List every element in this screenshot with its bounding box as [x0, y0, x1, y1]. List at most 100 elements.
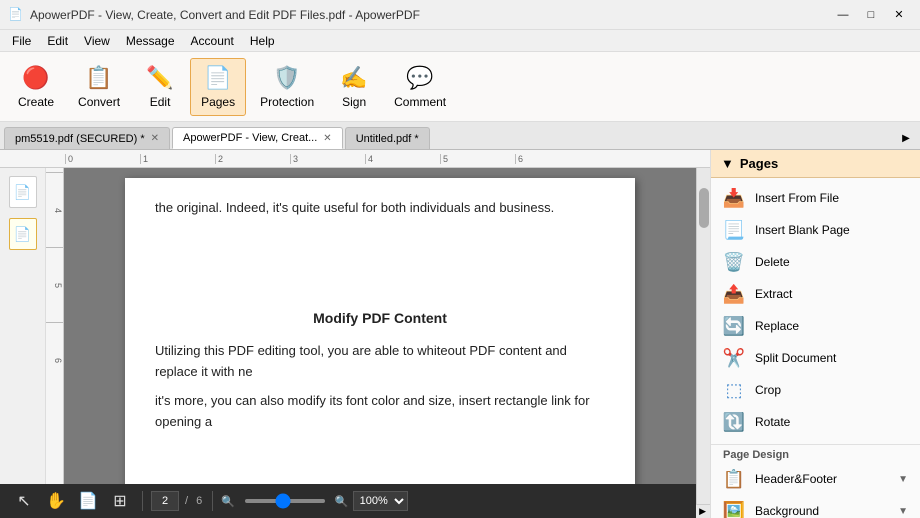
header-footer-label: Header&Footer — [755, 472, 837, 486]
menu-edit[interactable]: Edit — [39, 30, 76, 51]
panel-item-delete[interactable]: 🗑️ Delete — [711, 246, 920, 278]
toolbar-create[interactable]: 🔴 Create — [8, 58, 64, 116]
zoom-out-icon[interactable]: 🔍 — [221, 495, 235, 508]
panel-item-extract[interactable]: 📤 Extract — [711, 278, 920, 310]
toolbar-comment[interactable]: 💬 Comment — [384, 58, 456, 116]
maximize-button[interactable]: □ — [858, 5, 884, 25]
panel-toggle-icon: ▼ — [721, 156, 734, 171]
delete-icon: 🗑️ — [723, 251, 745, 273]
panel-item-insert-blank[interactable]: 📃 Insert Blank Page — [711, 214, 920, 246]
pdf-heading: Modify PDF Content — [155, 307, 605, 329]
window-title: ApowerPDF - View, Create, Convert and Ed… — [30, 8, 830, 22]
scroll-right-btn[interactable]: ▶ — [699, 506, 706, 517]
menu-view[interactable]: View — [76, 30, 118, 51]
tab-2[interactable]: Untitled.pdf * — [345, 127, 430, 149]
tabs-bar: pm5519.pdf (SECURED) * ✕ ApowerPDF - Vie… — [0, 122, 920, 150]
convert-label: Convert — [78, 95, 120, 109]
tab-0[interactable]: pm5519.pdf (SECURED) * ✕ — [4, 127, 170, 149]
main-toolbar: 🔴 Create 📋 Convert ✏️ Edit 📄 Pages 🛡️ Pr… — [0, 52, 920, 122]
toolbar-sign[interactable]: ✍️ Sign — [328, 58, 380, 116]
rotate-label: Rotate — [755, 415, 790, 429]
total-pages: 6 — [196, 495, 202, 507]
page-separator: / — [185, 495, 188, 507]
menubar: File Edit View Message Account Help — [0, 30, 920, 52]
ruler-horizontal: 0 1 2 3 4 5 6 — [0, 150, 710, 168]
panel-item-header-footer[interactable]: 📋 Header&Footer ▼ — [711, 463, 920, 495]
menu-file[interactable]: File — [4, 30, 39, 51]
edit-icon: ✏️ — [146, 65, 173, 91]
extract-label: Extract — [755, 287, 792, 301]
thumb-page-1[interactable]: 📄 — [9, 176, 37, 208]
panel-item-background[interactable]: 🖼️ Background ▼ — [711, 495, 920, 518]
thumb-page-2[interactable]: 📄 — [9, 218, 37, 250]
doc-content-row: 📄 📄 4 5 6 the original. Indeed, it's qui… — [0, 168, 710, 504]
tab-0-label: pm5519.pdf (SECURED) * — [15, 133, 145, 145]
background-icon: 🖼️ — [723, 500, 745, 518]
panel-item-crop[interactable]: ⬚ Crop — [711, 374, 920, 406]
hand-tool-btn[interactable]: ✋ — [42, 488, 70, 514]
split-label: Split Document — [755, 351, 836, 365]
minimize-button[interactable]: — — [830, 5, 856, 25]
close-button[interactable]: ✕ — [886, 5, 912, 25]
scrollbar-thumb[interactable] — [699, 188, 709, 228]
pdf-para3: it's more, you can also modify its font … — [155, 391, 605, 433]
menu-message[interactable]: Message — [118, 30, 183, 51]
panel-item-split[interactable]: ✂️ Split Document — [711, 342, 920, 374]
multi-page-btn[interactable]: ⊞ — [106, 488, 134, 514]
comment-icon: 💬 — [406, 65, 433, 91]
tab-1-close[interactable]: ✕ — [323, 133, 331, 144]
replace-label: Replace — [755, 319, 799, 333]
app-icon: 📄 — [8, 7, 24, 23]
crop-label: Crop — [755, 383, 781, 397]
pdf-para1: the original. Indeed, it's quite useful … — [155, 198, 605, 219]
thumbnail-sidebar: 📄 📄 — [0, 168, 46, 504]
single-page-btn[interactable]: 📄 — [74, 488, 102, 514]
comment-label: Comment — [394, 95, 446, 109]
panel-items: 📥 Insert From File 📃 Insert Blank Page 🗑… — [711, 178, 920, 442]
split-icon: ✂️ — [723, 347, 745, 369]
panel-item-insert-file[interactable]: 📥 Insert From File — [711, 182, 920, 214]
cursor-tool-btn[interactable]: ↖ — [10, 488, 38, 514]
main-area: 0 1 2 3 4 5 6 📄 📄 4 5 6 — [0, 150, 920, 518]
pdf-page: the original. Indeed, it's quite useful … — [125, 178, 635, 494]
panel-item-rotate[interactable]: 🔃 Rotate — [711, 406, 920, 438]
tab-2-label: Untitled.pdf * — [356, 133, 419, 145]
insert-file-icon: 📥 — [723, 187, 745, 209]
tab-1[interactable]: ApowerPDF - View, Creat... ✕ — [172, 127, 343, 149]
bottom-toolbar: ↖ ✋ 📄 ⊞ / 6 🔍 🔍 100% 75% 50% 125% 150% — [0, 484, 696, 518]
toolbar-edit[interactable]: ✏️ Edit — [134, 58, 186, 116]
tab-0-close[interactable]: ✕ — [151, 133, 159, 144]
page-design-section: Page Design — [711, 444, 920, 463]
zoom-slider[interactable] — [245, 499, 325, 503]
titlebar: 📄 ApowerPDF - View, Create, Convert and … — [0, 0, 920, 30]
insert-blank-label: Insert Blank Page — [755, 223, 850, 237]
panel-title: Pages — [740, 156, 778, 171]
page-view[interactable]: the original. Indeed, it's quite useful … — [64, 168, 696, 504]
pdf-para2: Utilizing this PDF editing tool, you are… — [155, 341, 605, 383]
header-footer-icon: 📋 — [723, 468, 745, 490]
rotate-icon: 🔃 — [723, 411, 745, 433]
scrollbar-vertical[interactable] — [696, 168, 710, 504]
sign-icon: ✍️ — [340, 65, 367, 91]
menu-help[interactable]: Help — [242, 30, 283, 51]
delete-label: Delete — [755, 255, 790, 269]
create-label: Create — [18, 95, 54, 109]
menu-account[interactable]: Account — [183, 30, 242, 51]
right-panel: ▼ Pages 📥 Insert From File 📃 Insert Blan… — [710, 150, 920, 518]
protection-label: Protection — [260, 95, 314, 109]
page-number-input[interactable] — [151, 491, 179, 511]
extract-icon: 📤 — [723, 283, 745, 305]
protection-icon: 🛡️ — [273, 65, 300, 91]
toolbar-convert[interactable]: 📋 Convert — [68, 58, 130, 116]
window-controls: — □ ✕ — [830, 5, 912, 25]
tab-1-label: ApowerPDF - View, Creat... — [183, 132, 317, 144]
toolbar-protection[interactable]: 🛡️ Protection — [250, 58, 324, 116]
zoom-select[interactable]: 100% 75% 50% 125% 150% — [353, 491, 408, 511]
create-icon: 🔴 — [22, 65, 49, 91]
panel-item-replace[interactable]: 🔄 Replace — [711, 310, 920, 342]
background-label: Background — [755, 504, 819, 518]
ruler-vertical: 4 5 6 — [46, 168, 64, 504]
toolbar-pages[interactable]: 📄 Pages — [190, 58, 246, 116]
zoom-in-icon[interactable]: 🔍 — [335, 495, 349, 508]
tabs-scroll-right[interactable]: ▶ — [896, 127, 916, 149]
